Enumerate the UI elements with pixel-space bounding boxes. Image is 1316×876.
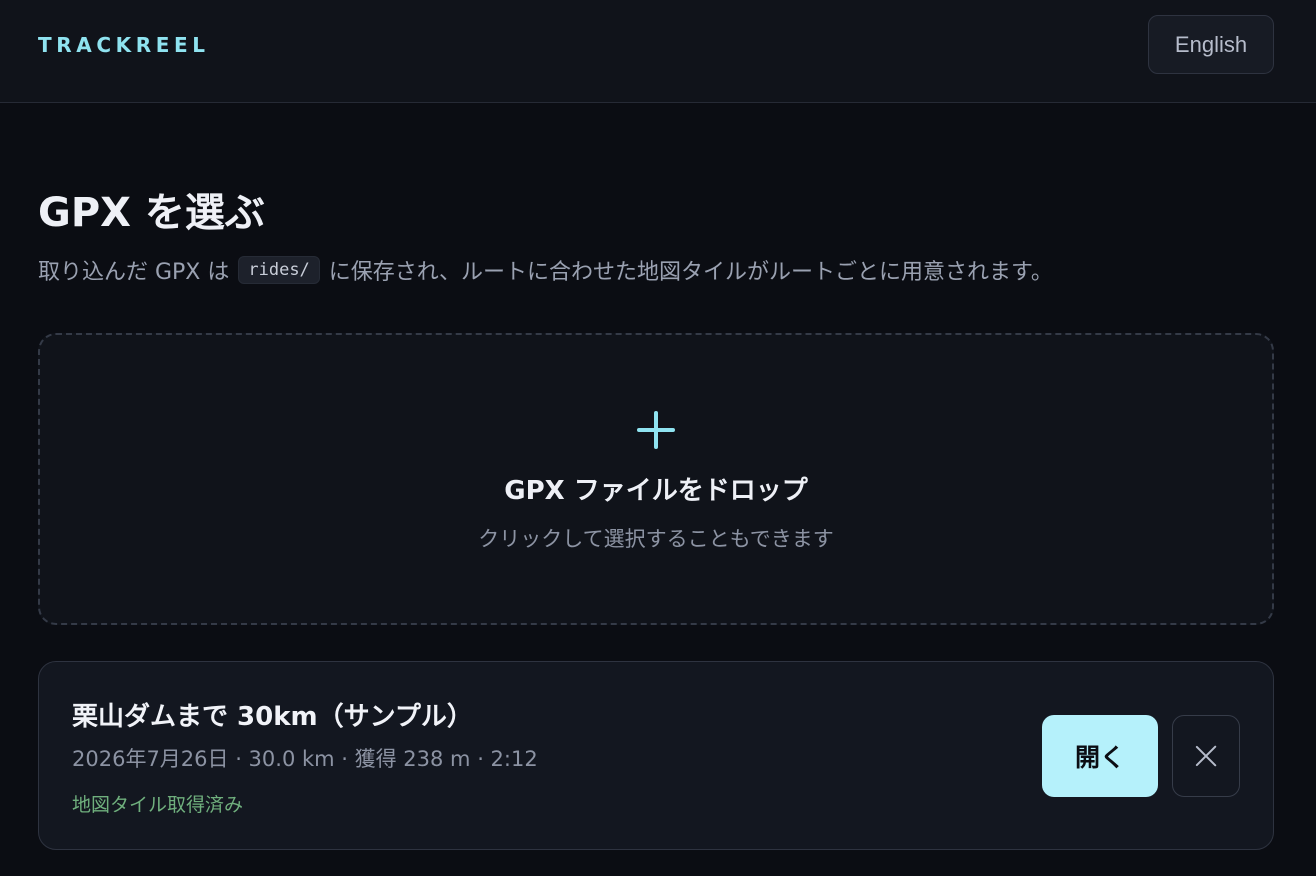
subtitle-text-before: 取り込んだ GPX は [38, 260, 230, 285]
top-bar: TRACKREEL English [0, 0, 1316, 103]
language-button[interactable]: English [1148, 15, 1274, 74]
brand-logo: TRACKREEL [38, 33, 210, 57]
ride-tile-status: 地図タイル取得済み [72, 794, 244, 816]
dropzone-hint: クリックして選択することもできます [478, 527, 834, 551]
subtitle-text-after: に保存され、ルートに合わせた地図タイルがルートごとに用意されます。 [328, 260, 1053, 285]
plus-icon [637, 411, 675, 449]
open-ride-button[interactable]: 開く [1042, 715, 1158, 797]
page-subtitle: 取り込んだ GPX は rides/ に保存され、ルートに合わせた地図タイルがル… [38, 254, 1278, 286]
delete-ride-button[interactable] [1172, 715, 1240, 797]
ride-title: 栗山ダムまで 30km（サンプル） [72, 702, 473, 732]
page-title: GPX を選ぶ [38, 190, 265, 236]
ride-meta: 2026年7月26日 · 30.0 km · 獲得 238 m · 2:12 [72, 747, 538, 771]
rides-folder-code: rides/ [238, 256, 320, 284]
close-icon [1195, 745, 1217, 767]
dropzone-title: GPX ファイルをドロップ [504, 476, 808, 506]
